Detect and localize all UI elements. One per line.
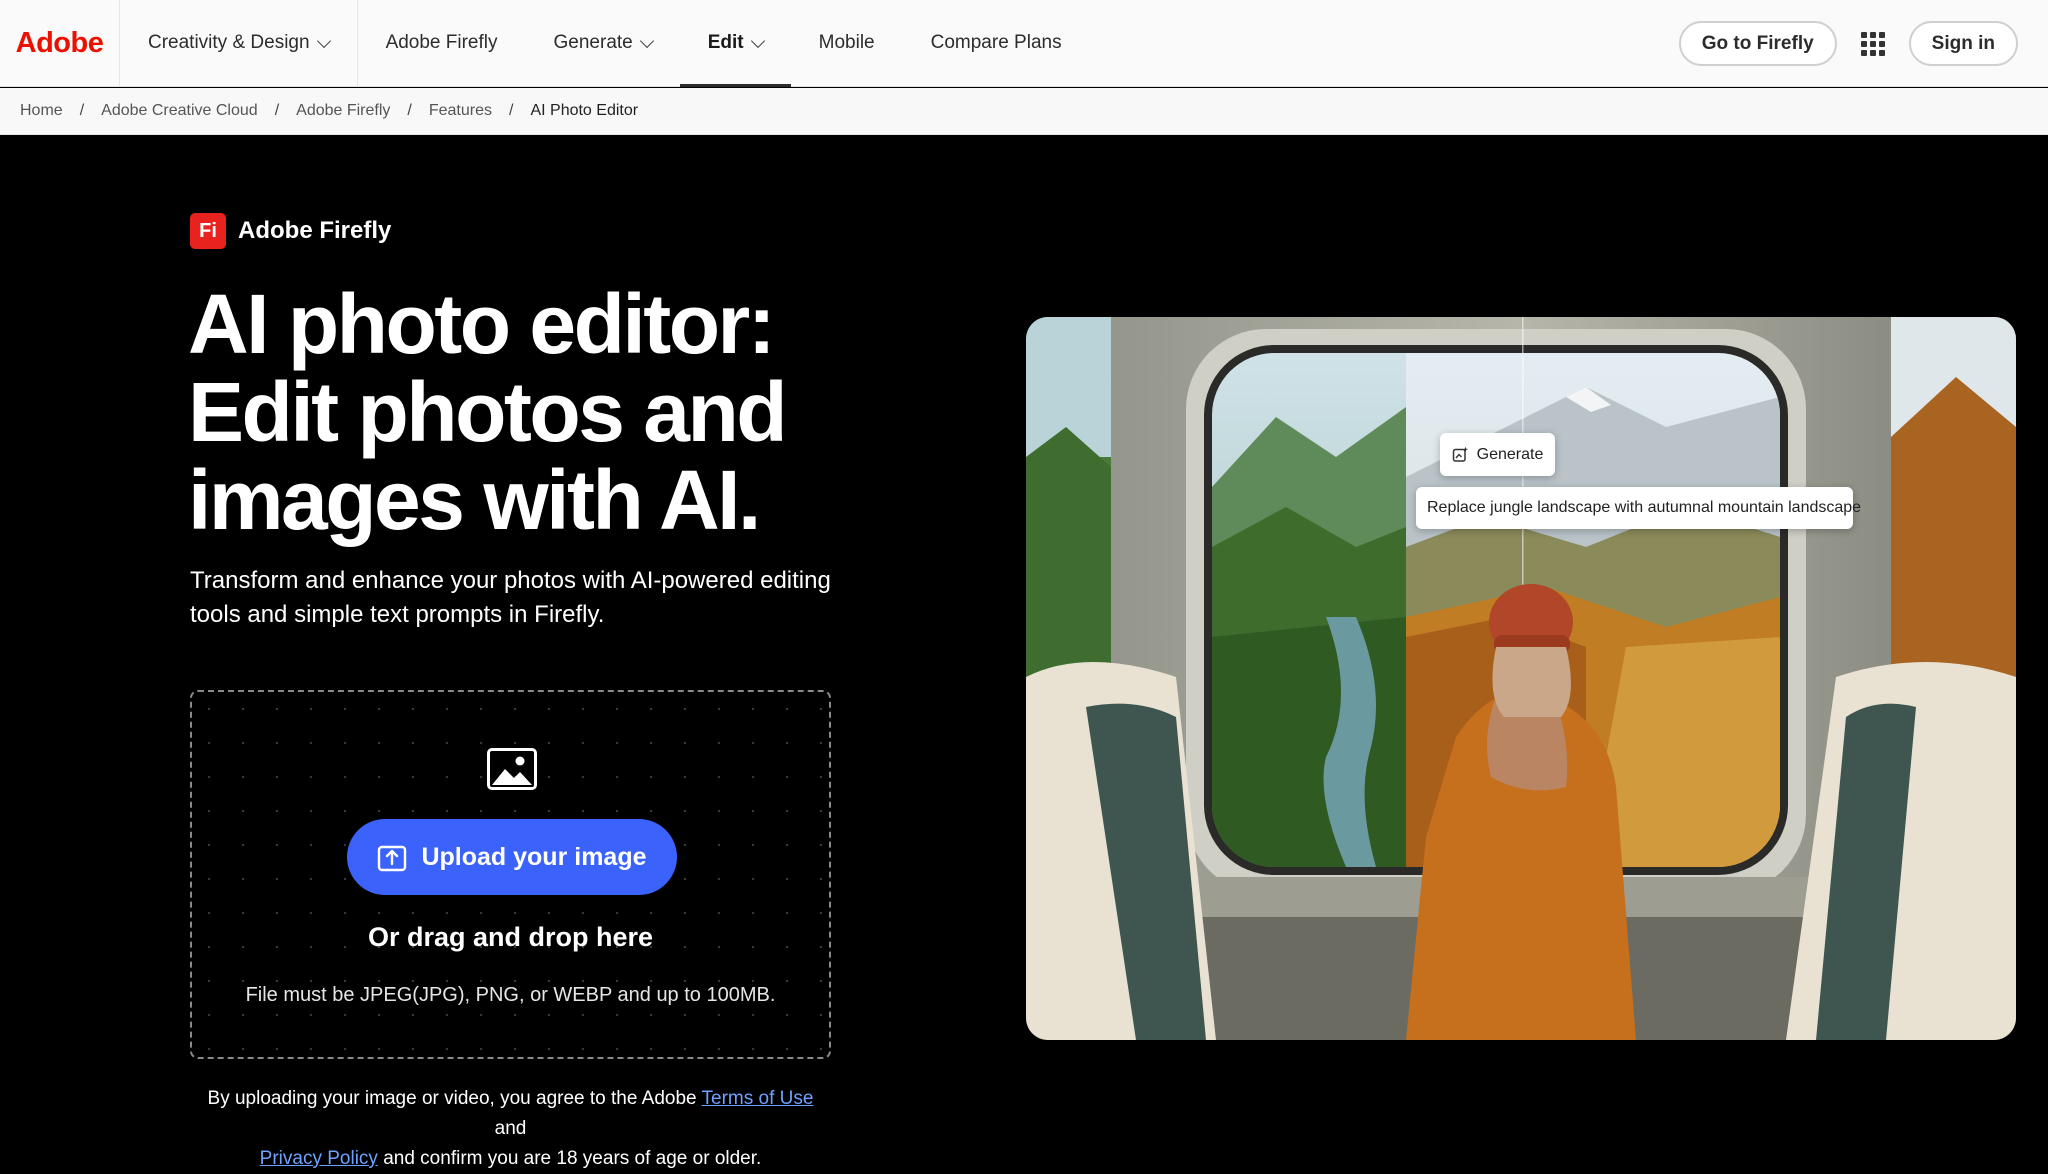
- breadcrumb-separator: /: [407, 102, 412, 119]
- nav-adobe-firefly[interactable]: Adobe Firefly: [358, 0, 526, 87]
- legal-text-and: and: [494, 1118, 527, 1139]
- upload-dropzone[interactable]: Upload your image Or drag and drop here …: [190, 690, 831, 1059]
- page-title: AI photo editor: Edit photos and images …: [188, 277, 788, 547]
- legal-notice: By uploading your image or video, you ag…: [190, 1084, 831, 1174]
- image-icon: [487, 748, 537, 790]
- breadcrumb-creative-cloud[interactable]: Adobe Creative Cloud: [101, 102, 258, 120]
- legal-text-after: and confirm you are 18 years of age or o…: [377, 1148, 762, 1169]
- breadcrumb-home[interactable]: Home: [20, 102, 63, 120]
- prompt-text: Replace jungle landscape with autumnal m…: [1427, 499, 1862, 516]
- product-name: Adobe Firefly: [238, 217, 392, 244]
- nav-compare-plans[interactable]: Compare Plans: [903, 0, 1090, 87]
- drag-drop-text: Or drag and drop here: [367, 922, 654, 952]
- breadcrumb-separator: /: [274, 102, 280, 119]
- app-switcher-icon[interactable]: [1860, 31, 1885, 56]
- firefly-logo-icon: Fi: [190, 213, 226, 249]
- terms-of-use-link[interactable]: Terms of Use: [702, 1088, 814, 1109]
- generative-fill-icon: [1452, 446, 1468, 462]
- upload-image-label: Upload your image: [421, 842, 647, 871]
- prompt-input[interactable]: Replace jungle landscape with autumnal m…: [1416, 487, 1861, 529]
- chevron-down-icon: [316, 33, 331, 48]
- sign-in-button[interactable]: Sign in: [1908, 21, 2018, 66]
- upload-image-button[interactable]: Upload your image: [347, 819, 677, 895]
- nav-adobe-firefly-label: Adobe Firefly: [385, 32, 498, 53]
- nav-mobile-label: Mobile: [818, 32, 875, 53]
- privacy-policy-link[interactable]: Privacy Policy: [260, 1148, 378, 1169]
- nav-generate-label: Generate: [553, 32, 633, 53]
- file-requirements-text: File must be JPEG(JPG), PNG, or WEBP and…: [245, 984, 776, 1006]
- breadcrumb-separator: /: [509, 102, 514, 119]
- train-window-illustration: [1026, 317, 2016, 1040]
- adobe-logo[interactable]: Adobe: [0, 0, 120, 87]
- nav-compare-plans-label: Compare Plans: [930, 32, 1062, 53]
- top-navigation: Adobe Creativity & Design Adobe Firefly …: [0, 0, 2048, 87]
- legal-text-before: By uploading your image or video, you ag…: [207, 1088, 702, 1109]
- generate-chip-label: Generate: [1476, 445, 1544, 463]
- hero-section: Fi Adobe Firefly AI photo editor: Edit p…: [0, 136, 2048, 1169]
- breadcrumb-features[interactable]: Features: [429, 102, 492, 120]
- hero-demo-image: Generate Replace jungle landscape with a…: [1026, 317, 2016, 1040]
- nav-mobile[interactable]: Mobile: [791, 0, 903, 87]
- nav-creativity-design[interactable]: Creativity & Design: [120, 0, 358, 87]
- go-to-firefly-button[interactable]: Go to Firefly: [1678, 21, 1837, 66]
- breadcrumb: Home / Adobe Creative Cloud / Adobe Fire…: [0, 88, 2048, 135]
- nav-edit[interactable]: Edit: [679, 0, 791, 87]
- product-brand: Fi Adobe Firefly: [190, 213, 391, 249]
- nav-edit-label: Edit: [707, 32, 744, 53]
- chevron-down-icon: [639, 33, 654, 48]
- generate-chip[interactable]: Generate: [1440, 433, 1555, 476]
- upload-icon: [378, 845, 407, 872]
- breadcrumb-current: AI Photo Editor: [530, 102, 639, 119]
- chevron-down-icon: [750, 33, 765, 48]
- nav-creativity-design-label: Creativity & Design: [148, 32, 310, 53]
- nav-actions: Go to Firefly Sign in: [1678, 0, 2018, 87]
- breadcrumb-adobe-firefly[interactable]: Adobe Firefly: [296, 102, 390, 120]
- page-subtitle: Transform and enhance your photos with A…: [190, 567, 831, 628]
- nav-generate[interactable]: Generate: [526, 0, 680, 87]
- breadcrumb-separator: /: [79, 102, 85, 119]
